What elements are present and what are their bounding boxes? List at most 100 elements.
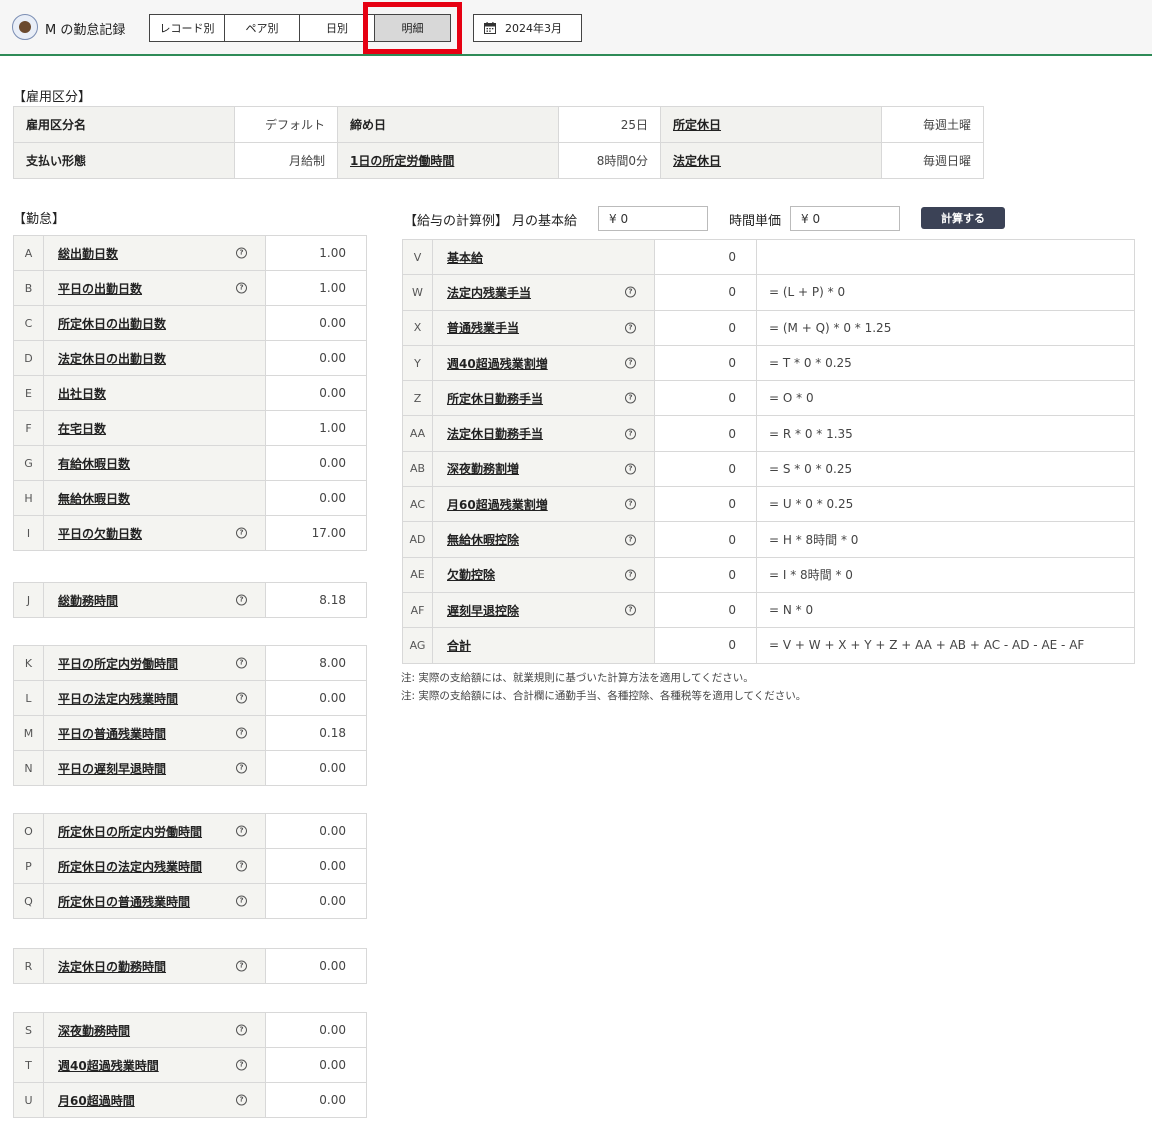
help-icon[interactable]: ? xyxy=(625,392,636,404)
help-icon[interactable]: ? xyxy=(625,534,636,546)
salary-row: AE 欠勤控除? 0 = I * 8時間 * 0 xyxy=(402,556,1135,593)
help-icon[interactable]: ? xyxy=(625,569,636,581)
row-name[interactable]: 欠勤控除? xyxy=(432,556,655,593)
row-name[interactable]: 平日の欠勤日数? xyxy=(43,515,266,551)
tab-by-pair[interactable]: ペア別 xyxy=(225,15,300,41)
help-icon[interactable]: ? xyxy=(625,322,636,334)
help-icon[interactable]: ? xyxy=(625,498,636,510)
row-name[interactable]: 合計 xyxy=(432,627,655,664)
row-name[interactable]: 週40超過残業時間? xyxy=(43,1047,266,1083)
hourly-rate-input[interactable]: ¥ 0 xyxy=(790,206,900,231)
employment-key-link[interactable]: 1日の所定労働時間 xyxy=(337,142,559,179)
help-icon[interactable]: ? xyxy=(625,357,636,369)
base-salary-input[interactable]: ¥ 0 xyxy=(598,206,708,231)
help-icon[interactable]: ? xyxy=(236,727,247,739)
attendance-row: P 所定休日の法定内残業時間? 0.00 xyxy=(13,848,367,884)
calculate-button[interactable]: 計算する xyxy=(921,207,1005,229)
row-name[interactable]: 所定休日の出勤日数 xyxy=(43,305,266,341)
help-icon[interactable]: ? xyxy=(625,604,636,616)
row-name[interactable]: 無給休暇控除? xyxy=(432,521,655,558)
help-icon[interactable]: ? xyxy=(236,282,247,294)
tab-by-record[interactable]: レコード別 xyxy=(150,15,225,41)
attendance-row: G 有給休暇日数 0.00 xyxy=(13,445,367,481)
row-code: X xyxy=(402,309,433,346)
row-name[interactable]: 遅刻早退控除? xyxy=(432,591,655,629)
attendance-row: K 平日の所定内労働時間? 8.00 xyxy=(13,645,367,681)
row-name[interactable]: 所定休日の所定内労働時間? xyxy=(43,813,266,849)
row-code: R xyxy=(13,948,44,984)
row-name[interactable]: 有給休暇日数 xyxy=(43,445,266,481)
help-icon[interactable]: ? xyxy=(625,428,636,440)
row-name[interactable]: 週40超過残業割増? xyxy=(432,344,655,382)
row-name[interactable]: 法定休日の出勤日数 xyxy=(43,340,266,376)
help-icon[interactable]: ? xyxy=(236,1024,247,1036)
row-name[interactable]: 深夜勤務割増? xyxy=(432,450,655,488)
attendance-table: R 法定休日の勤務時間? 0.00 xyxy=(13,948,367,984)
row-name[interactable]: 法定休日の勤務時間? xyxy=(43,948,266,984)
row-code: Y xyxy=(402,344,433,382)
salary-row: V 基本給 0 xyxy=(402,238,1135,276)
row-name[interactable]: 平日の法定内残業時間? xyxy=(43,680,266,716)
row-name[interactable]: 法定内残業手当? xyxy=(432,274,655,311)
app-title: M の勤怠記録 xyxy=(45,23,126,38)
row-value: 0.00 xyxy=(265,1082,367,1118)
row-name[interactable]: 在宅日数 xyxy=(43,410,266,446)
row-name[interactable]: 平日の遅刻早退時間? xyxy=(43,750,266,786)
row-name[interactable]: 基本給 xyxy=(432,238,655,276)
row-formula: = U * 0 * 0.25 xyxy=(756,486,1135,523)
row-name[interactable]: 無給休暇日数 xyxy=(43,480,266,516)
row-name[interactable]: 所定休日勤務手当? xyxy=(432,380,655,417)
attendance-section-label: 【勤怠】 xyxy=(13,212,66,227)
employment-value: 25日 xyxy=(558,106,661,143)
row-name[interactable]: 平日の出勤日数? xyxy=(43,270,266,306)
row-code: AC xyxy=(402,486,433,523)
row-name[interactable]: 月60超過時間? xyxy=(43,1082,266,1118)
row-name[interactable]: 所定休日の法定内残業時間? xyxy=(43,848,266,884)
top-bar: M の勤怠記録 レコード別 ペア別 日別 明細 2024年3月 xyxy=(0,0,1152,56)
help-icon[interactable]: ? xyxy=(236,247,247,259)
highlight-box xyxy=(363,2,462,54)
attendance-row: B 平日の出勤日数? 1.00 xyxy=(13,270,367,306)
salary-row: W 法定内残業手当? 0 = (L + P) * 0 xyxy=(402,274,1135,311)
salary-row: AF 遅刻早退控除? 0 = N * 0 xyxy=(402,591,1135,629)
employment-key-link[interactable]: 法定休日 xyxy=(660,142,882,179)
help-icon[interactable]: ? xyxy=(236,960,247,972)
avatar-logo-icon[interactable] xyxy=(12,14,38,40)
help-icon[interactable]: ? xyxy=(236,594,247,606)
row-name[interactable]: 深夜勤務時間? xyxy=(43,1012,266,1048)
row-name[interactable]: 普通残業手当? xyxy=(432,309,655,346)
help-icon[interactable]: ? xyxy=(625,286,636,298)
help-icon[interactable]: ? xyxy=(236,860,247,872)
help-icon[interactable]: ? xyxy=(236,1059,247,1071)
row-formula: = H * 8時間 * 0 xyxy=(756,521,1135,558)
row-name[interactable]: 法定休日勤務手当? xyxy=(432,415,655,452)
attendance-row: J 総勤務時間? 8.18 xyxy=(13,582,367,618)
help-icon[interactable]: ? xyxy=(236,1094,247,1106)
help-icon[interactable]: ? xyxy=(236,657,247,669)
row-code: AA xyxy=(402,415,433,452)
row-name[interactable]: 平日の普通残業時間? xyxy=(43,715,266,751)
row-code: H xyxy=(13,480,44,516)
attendance-row: H 無給休暇日数 0.00 xyxy=(13,480,367,516)
row-formula: = R * 0 * 1.35 xyxy=(756,415,1135,452)
row-name[interactable]: 出社日数 xyxy=(43,375,266,411)
row-name[interactable]: 月60超過残業割増? xyxy=(432,486,655,523)
row-value: 0.00 xyxy=(265,445,367,481)
row-name[interactable]: 総出勤日数? xyxy=(43,235,266,271)
row-amount: 0 xyxy=(654,274,757,311)
month-label: 2024年3月 xyxy=(505,22,562,35)
help-icon[interactable]: ? xyxy=(236,825,247,837)
help-icon[interactable]: ? xyxy=(236,692,247,704)
row-value: 0.00 xyxy=(265,750,367,786)
month-picker-button[interactable]: 2024年3月 xyxy=(473,14,582,42)
row-code: F xyxy=(13,410,44,446)
row-name[interactable]: 平日の所定内労働時間? xyxy=(43,645,266,681)
help-icon[interactable]: ? xyxy=(236,895,247,907)
help-icon[interactable]: ? xyxy=(236,762,247,774)
employment-key-link[interactable]: 所定休日 xyxy=(660,106,882,143)
employment-value: デフォルト xyxy=(234,106,338,143)
row-name[interactable]: 所定休日の普通残業時間? xyxy=(43,883,266,919)
row-name[interactable]: 総勤務時間? xyxy=(43,582,266,618)
help-icon[interactable]: ? xyxy=(236,527,247,539)
help-icon[interactable]: ? xyxy=(625,463,636,475)
